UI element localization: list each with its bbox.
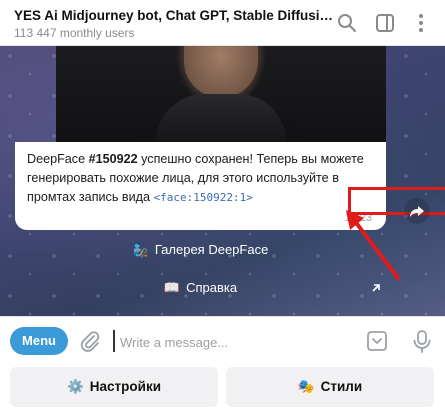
text-caret [113,330,115,352]
help-label: Справка [186,280,238,295]
message-bubble: DeepFace #150922 успешно сохранен! Тепер… [15,142,386,230]
book-icon: 📖 [163,280,181,295]
chat-header: YES Ai Midjourney bot, Chat GPT, Stable … [0,0,445,46]
chat-title[interactable]: YES Ai Midjourney bot, Chat GPT, Stable … [14,8,334,23]
settings-button[interactable]: ⚙️ Настройки [10,367,218,407]
gallery-deepface-label: Галерея DeepFace [154,242,269,257]
chat-subtitle: 113 447 monthly users [14,26,135,40]
gear-icon: ⚙️ [66,379,84,394]
styles-button[interactable]: 🎭 Стили [226,367,434,407]
settings-label: Настройки [89,379,162,394]
theater-masks-icon: 🎭 [297,379,315,394]
menu-button[interactable]: Menu [10,327,68,355]
sidebar-toggle-icon[interactable] [374,12,396,34]
bot-keyboard: ⚙️ Настройки 🎭 Стили [0,364,445,417]
search-icon[interactable] [336,12,358,34]
help-button[interactable]: 📖 Справка [15,274,386,302]
message-text: DeepFace #150922 успешно сохранен! Тепер… [27,150,379,207]
message-input[interactable] [118,329,342,355]
photo-face [184,46,258,98]
genie-icon: 🧞 [132,242,149,257]
gallery-deepface-button[interactable]: 🧞 Галерея DeepFace [15,236,386,264]
more-vertical-icon[interactable] [410,12,432,34]
forward-icon[interactable] [404,198,430,224]
message-text-start: DeepFace [27,152,89,166]
external-link-arrow-icon [370,276,382,304]
bot-keyboard-toggle-icon[interactable] [364,328,390,354]
styles-label: Стили [320,379,363,394]
photo-collar [156,94,286,142]
microphone-icon[interactable] [408,327,436,355]
attach-icon[interactable] [76,327,104,355]
deepface-id: #150922 [88,152,138,166]
message-photo[interactable] [56,46,386,142]
face-code[interactable]: <face:150922:1> [153,191,252,204]
message-composer: Menu [0,316,445,364]
chat-area: DeepFace #150922 успешно сохранен! Тепер… [0,46,445,316]
